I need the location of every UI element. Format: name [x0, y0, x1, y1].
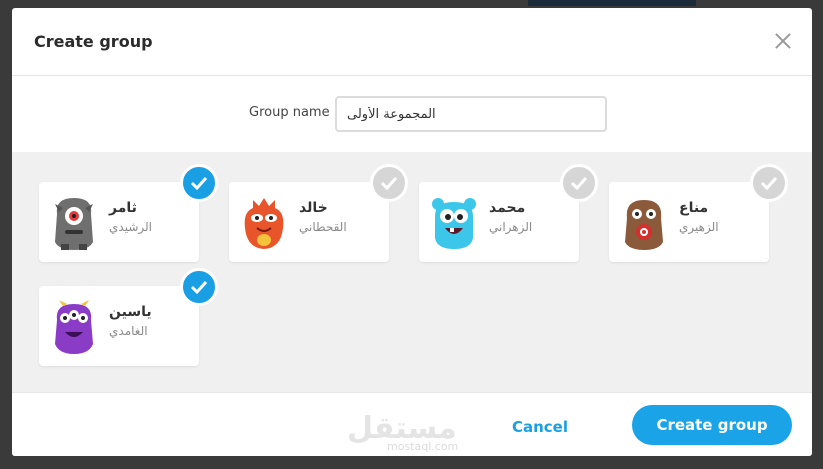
dialog-footer: مستقل mostaql.com Cancel Create group: [12, 392, 812, 456]
member-card[interactable]: ثامر الرشيدي: [39, 182, 199, 262]
monster-avatar-icon: [432, 198, 476, 249]
member-card[interactable]: محمد الزهراني: [419, 182, 579, 262]
group-name-label: Group name: [249, 105, 330, 120]
monster-avatar-icon: [55, 300, 93, 354]
selected-check-icon[interactable]: [180, 268, 218, 306]
monster-avatar-icon: [625, 200, 663, 250]
member-last-name: الرشيدي: [109, 220, 152, 234]
create-group-button[interactable]: Create group: [632, 405, 792, 445]
watermark-url: mostaql.com: [387, 440, 459, 453]
cancel-button[interactable]: Cancel: [490, 409, 590, 445]
selected-check-icon[interactable]: [180, 164, 218, 202]
dialog-header: Create group: [12, 8, 812, 76]
close-icon[interactable]: [772, 30, 794, 52]
create-group-dialog: Create group Group name ثامر الرشيدي: [12, 8, 812, 456]
member-card[interactable]: خالد القحطاني: [229, 182, 389, 262]
unselected-check-icon[interactable]: [560, 164, 598, 202]
member-first-name: ياسين: [109, 304, 152, 320]
member-card[interactable]: ياسين الغامدي: [39, 286, 199, 366]
member-first-name: خالد: [299, 200, 328, 216]
member-first-name: ثامر: [109, 200, 137, 216]
member-last-name: القحطاني: [299, 220, 347, 234]
monster-avatar-icon: [55, 198, 93, 250]
group-name-row: Group name: [12, 76, 812, 152]
group-name-input[interactable]: [335, 96, 607, 132]
member-last-name: الغامدي: [109, 324, 148, 338]
unselected-check-icon[interactable]: [750, 164, 788, 202]
member-card[interactable]: مناع الزهيري: [609, 182, 769, 262]
member-last-name: الزهراني: [489, 220, 533, 234]
member-first-name: مناع: [679, 200, 709, 216]
dialog-title: Create group: [34, 32, 153, 51]
member-first-name: محمد: [489, 200, 526, 216]
members-grid: ثامر الرشيدي خالد القحطاني محمد الزهراني…: [12, 152, 812, 392]
unselected-check-icon[interactable]: [370, 164, 408, 202]
background-topbar: [528, 0, 696, 6]
monster-avatar-icon: [244, 198, 284, 249]
member-last-name: الزهيري: [679, 220, 719, 234]
